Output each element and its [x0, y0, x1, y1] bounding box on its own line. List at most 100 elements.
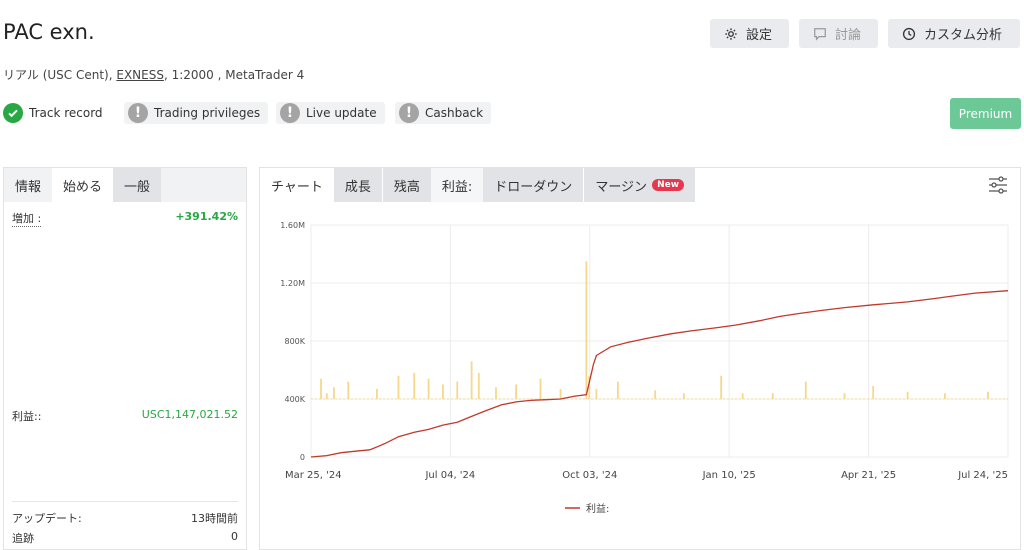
volume-bar — [539, 378, 542, 399]
volume-bar — [804, 381, 807, 399]
account-type: リアル (USC Cent), — [3, 68, 117, 82]
volume-bar — [456, 381, 459, 399]
chart-grid — [310, 224, 1009, 458]
volume-bar — [585, 261, 588, 399]
y-tick-label: 800K — [284, 337, 305, 346]
divider — [12, 501, 238, 502]
volume-bar — [397, 375, 400, 399]
account-subtitle: リアル (USC Cent), EXNESS, 1:2000 , MetaTra… — [3, 66, 304, 83]
update-row: アップデート: 13時間前 — [12, 510, 238, 526]
volume-bar — [720, 375, 723, 399]
y-axis-ticks: 1.60M 1.20M 800K 400K 0 — [280, 221, 305, 462]
volume-bar — [682, 393, 685, 399]
volume-bar — [595, 388, 598, 399]
volume-bar — [654, 390, 657, 399]
volume-bar — [347, 381, 350, 399]
volume-bar — [987, 391, 989, 399]
broker-link[interactable]: EXNESS — [116, 68, 164, 82]
tab-start[interactable]: 始める — [52, 168, 114, 202]
y-tick-label: 400K — [284, 395, 305, 404]
gain-value: +391.42% — [175, 210, 238, 223]
tab-margin[interactable]: マージン New — [584, 168, 696, 202]
volume-bar — [442, 384, 444, 399]
custom-analysis-button[interactable]: カスタム分析 — [888, 19, 1020, 48]
x-tick-label: Jul 24, '25 — [957, 470, 1008, 481]
chart-panel: チャート 成長 残高 利益: ドローダウン マージン New 1.60M 1.20… — [259, 167, 1021, 550]
tracking-value: 0 — [231, 530, 238, 543]
tracking-label: 追跡 — [12, 532, 34, 545]
chart-settings-icon[interactable] — [988, 176, 1008, 198]
info-panel: 情報 始める 一般 増加 : +391.42% 利益:: USC1,147,02… — [3, 167, 247, 550]
volume-bar — [771, 393, 774, 399]
profit-value: USC1,147,021.52 — [141, 408, 238, 421]
volume-bar — [617, 381, 619, 399]
volume-bar — [376, 388, 378, 399]
volume-bar — [477, 372, 480, 399]
exclamation-icon: ! — [280, 103, 300, 123]
x-tick-label: Jan 10, '25 — [702, 470, 756, 481]
badge-cashback[interactable]: ! Cashback — [395, 101, 492, 125]
comment-icon — [814, 27, 826, 41]
volume-bar — [495, 387, 497, 399]
tab-drawdown[interactable]: ドローダウン — [483, 168, 584, 202]
badge-label: Cashback — [425, 106, 484, 120]
account-leverage-platform: , 1:2000 , MetaTrader 4 — [163, 68, 305, 82]
chart-bars — [311, 261, 1008, 400]
tab-chart[interactable]: チャート — [260, 168, 334, 202]
profit-label: 利益:: — [12, 410, 42, 423]
profit-line — [310, 290, 1009, 458]
y-tick-label: 1.20M — [280, 279, 305, 288]
update-label: アップデート: — [12, 512, 82, 525]
tracking-row: 追跡 0 — [12, 530, 238, 546]
volume-bar — [906, 391, 909, 399]
volume-bar — [325, 393, 328, 399]
tab-profit[interactable]: 利益: — [430, 168, 484, 202]
x-tick-label: Apr 21, '25 — [841, 470, 896, 481]
gear-icon — [725, 27, 737, 40]
y-tick-label: 1.60M — [280, 221, 305, 230]
chart-legend: 利益: — [565, 502, 609, 515]
check-icon — [3, 103, 23, 123]
volume-bar — [559, 388, 562, 399]
settings-label: 設定 — [746, 28, 773, 43]
badge-track-record[interactable]: Track record — [3, 101, 111, 125]
volume-bar — [320, 378, 322, 399]
premium-button[interactable]: Premium — [950, 98, 1021, 129]
discuss-button[interactable]: 討論 — [799, 19, 878, 48]
volume-bar — [872, 385, 875, 399]
update-value: 13時間前 — [191, 512, 238, 525]
badge-label: Trading privileges — [154, 106, 261, 120]
volume-bar — [470, 361, 473, 399]
gain-label[interactable]: 増加 : — [12, 210, 42, 227]
discuss-label: 討論 — [835, 28, 862, 43]
exclamation-icon: ! — [128, 103, 148, 123]
y-tick-label: 0 — [300, 453, 305, 462]
volume-bar — [413, 372, 416, 399]
legend-label: 利益: — [586, 502, 609, 515]
volume-bar — [333, 387, 335, 399]
info-tabs: 情報 始める 一般 — [4, 168, 246, 202]
tab-growth[interactable]: 成長 — [333, 168, 382, 202]
volume-bar — [741, 393, 744, 399]
settings-button[interactable]: 設定 — [710, 19, 789, 48]
clock-icon — [902, 27, 916, 40]
tab-general[interactable]: 一般 — [113, 168, 162, 202]
profit-row: 利益:: USC1,147,021.52 — [12, 408, 238, 424]
tab-margin-label: マージン — [595, 179, 648, 195]
badge-label: Live update — [306, 106, 377, 120]
volume-bar — [943, 393, 946, 399]
badge-live-update[interactable]: ! Live update — [276, 101, 385, 125]
x-axis-ticks: Mar 25, '24 Jul 04, '24 Oct 03, '24 Jan 10,… — [285, 470, 1008, 481]
volume-bar — [843, 393, 846, 399]
volume-bar — [427, 378, 430, 399]
gain-row: 増加 : +391.42% — [12, 210, 238, 227]
page-title: PAC exn. — [3, 20, 95, 44]
tab-info[interactable]: 情報 — [4, 168, 52, 202]
chart-tabs: チャート 成長 残高 利益: ドローダウン マージン New — [260, 168, 1020, 202]
badge-trading-privileges[interactable]: ! Trading privileges — [124, 101, 269, 125]
tab-balance[interactable]: 残高 — [382, 168, 431, 202]
badge-label: Track record — [29, 106, 103, 120]
x-tick-label: Mar 25, '24 — [285, 470, 342, 481]
new-badge: New — [652, 179, 685, 191]
x-tick-label: Oct 03, '24 — [562, 470, 617, 481]
